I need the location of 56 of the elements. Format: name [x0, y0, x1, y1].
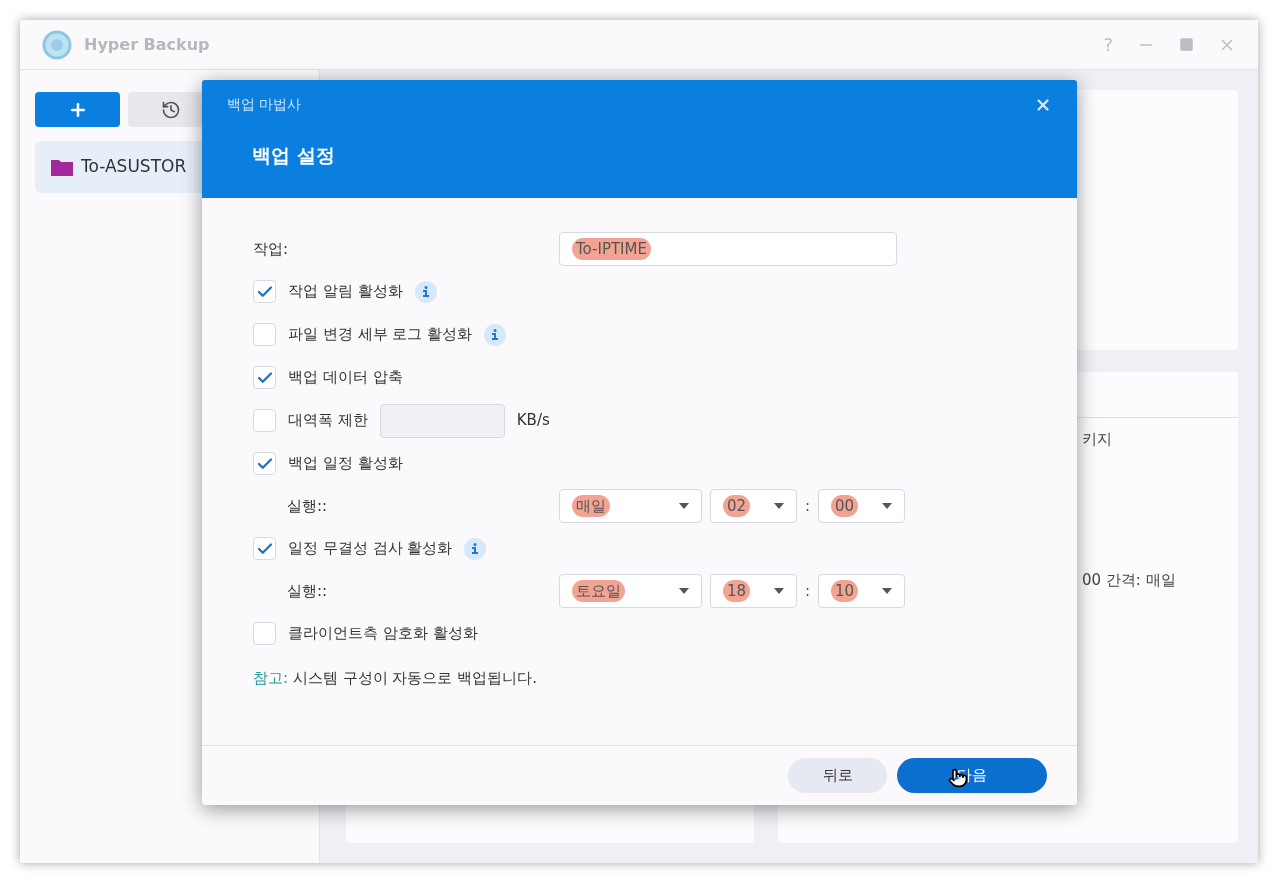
dropdown-value: 매일 [572, 494, 610, 518]
back-button[interactable]: 뒤로 [788, 758, 887, 793]
field-label: 실행:: [286, 495, 329, 517]
window-title: Hyper Backup [84, 33, 210, 56]
dropdown-value: 18 [723, 579, 751, 603]
dropdown-value: 02 [723, 494, 751, 518]
field-label: 실행:: [286, 580, 329, 602]
info-icon[interactable] [464, 537, 487, 560]
time-separator: : [805, 580, 811, 602]
caret-icon [882, 588, 893, 594]
app-logo-icon [42, 29, 72, 60]
checkbox[interactable] [253, 323, 276, 346]
input-field[interactable] [379, 403, 505, 438]
dialog-title: 백업 마법사 [227, 95, 302, 114]
field-value: To-IPTIME [572, 237, 651, 261]
history-icon [160, 99, 181, 120]
checkbox[interactable] [253, 452, 276, 475]
checkbox[interactable] [253, 537, 276, 560]
dropdown-value: 00 [831, 494, 859, 518]
checkbox[interactable] [253, 622, 276, 645]
caret-icon [679, 588, 689, 594]
dropdown[interactable]: 매일 [559, 489, 702, 523]
dropdown[interactable]: 02 [710, 489, 797, 523]
info-text: 00 간격: 매일 [1082, 569, 1177, 591]
time-separator: : [805, 495, 811, 517]
checkbox-label: 백업 데이터 압축 [288, 367, 403, 389]
caret-icon [882, 503, 893, 509]
checkbox[interactable] [253, 366, 276, 389]
checkbox[interactable] [253, 280, 276, 303]
maximize-icon[interactable] [1179, 37, 1194, 52]
checkbox-label: 클라이언트측 암호화 활성화 [288, 623, 478, 645]
caret-icon [774, 588, 784, 594]
dropdown[interactable]: 10 [818, 574, 906, 608]
checkbox-label: 백업 일정 활성화 [288, 453, 403, 475]
checkbox-label: 일정 무결성 검사 활성화 [288, 538, 453, 560]
input-field[interactable]: To-IPTIME [559, 232, 897, 266]
dropdown-value: 10 [831, 579, 859, 603]
note-text: 참고: 시스템 구성이 자동으로 백업됩니다. [253, 667, 537, 689]
checkbox-label: 작업 알림 활성화 [288, 281, 403, 303]
add-button[interactable] [35, 92, 120, 127]
info-text: 키지 [1082, 429, 1113, 450]
task-name: To-ASUSTOR [81, 155, 187, 179]
checkbox[interactable] [253, 409, 276, 432]
info-icon[interactable] [484, 323, 507, 346]
info-icon[interactable] [414, 280, 437, 303]
checkbox-label: 파일 변경 세부 로그 활성화 [288, 324, 473, 346]
folder-icon [51, 158, 73, 176]
dropdown[interactable]: 18 [710, 574, 797, 608]
unit-label: KB/s [516, 410, 550, 432]
field-label: 작업: [253, 238, 290, 260]
dropdown[interactable]: 00 [818, 489, 906, 523]
dropdown-value: 토요일 [572, 579, 625, 603]
dropdown[interactable]: 토요일 [559, 574, 702, 608]
caret-icon [679, 503, 689, 509]
checkbox-label: 대역폭 제한 [288, 410, 368, 432]
caret-icon [774, 503, 784, 509]
